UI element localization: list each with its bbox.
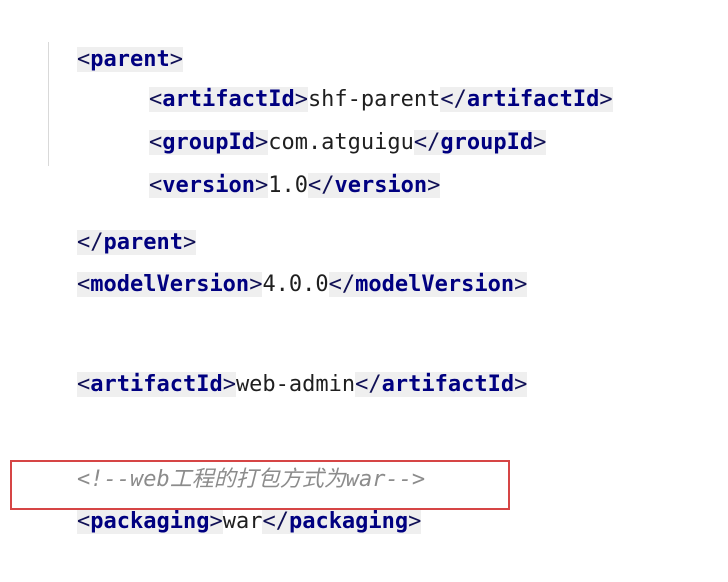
modelversion-open-tag: <modelVersion>: [76, 272, 263, 297]
code-line-modelversion: <modelVersion>4.0.0</modelVersion>: [24, 225, 528, 297]
code-editor: <parent> <artifactId>shf-parent</artifac…: [0, 0, 728, 534]
packaging-open-tag: <packaging>: [76, 509, 223, 534]
artifactid-open-tag: <artifactId>: [76, 372, 236, 397]
code-line-artifactid: <artifactId>web-admin</artifactId>: [24, 325, 528, 397]
packaging-highlight-box: [10, 460, 510, 510]
packaging-close-tag: </packaging>: [262, 509, 422, 534]
modelversion-close-tag: </modelVersion>: [328, 272, 528, 297]
code-line-parent-open: <parent>: [24, 0, 183, 72]
version-close-tag: </version>: [307, 173, 441, 198]
modelversion-value: 4.0.0: [262, 272, 329, 297]
artifactid-close-tag: </artifactId>: [355, 372, 528, 397]
code-line-comment: <!--web工程的打包方式为war-->: [24, 420, 425, 492]
code-line-parent-close: </parent>: [24, 183, 197, 255]
code-line-parent-artifactid: <artifactId>shf-parent</artifactId>: [96, 40, 613, 112]
version-value: 1.0: [268, 173, 308, 198]
artifactid-value: web-admin: [235, 372, 356, 397]
code-line-version: <version>1.0</version>: [96, 126, 441, 198]
code-line-groupid: <groupId>com.atguigu</groupId>: [96, 83, 547, 155]
packaging-value: war: [222, 509, 263, 534]
